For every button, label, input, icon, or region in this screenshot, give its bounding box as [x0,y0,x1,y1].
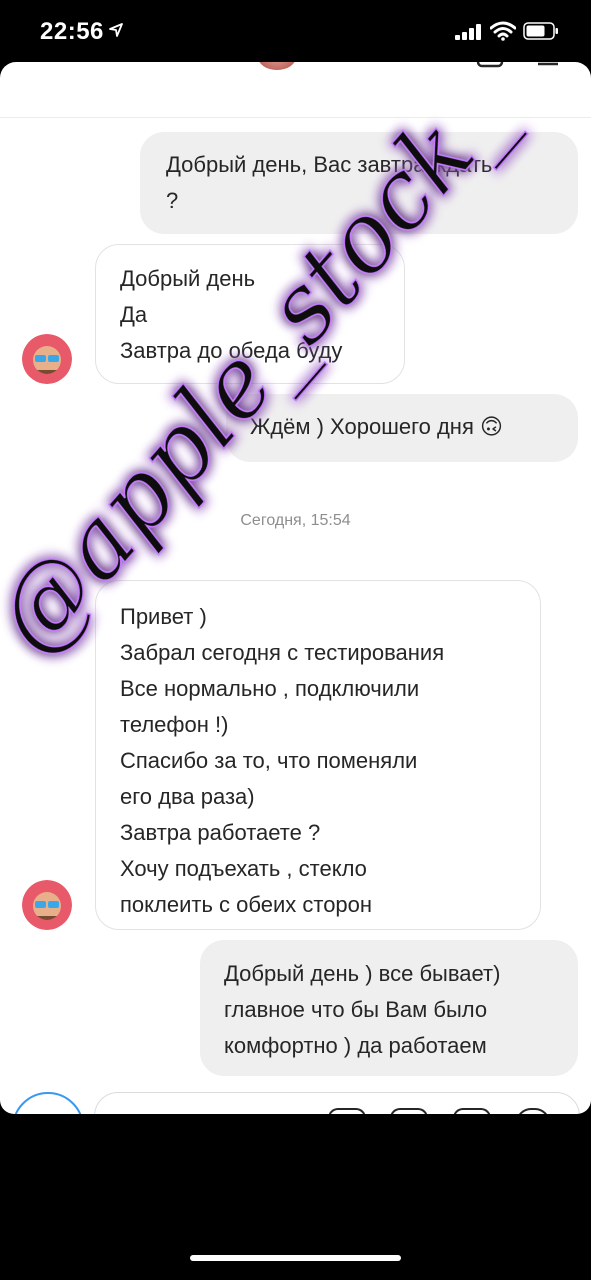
wifi-icon [490,21,516,41]
info-icon[interactable] [534,62,562,68]
signal-icon [455,24,481,40]
avatar-image [22,880,72,930]
message-line: Да [120,302,148,327]
message-bubble-incoming[interactable]: Привет ) Забрал сегодня с тестирования В… [95,580,541,930]
sender-avatar[interactable] [22,880,72,930]
message-line: Завтра до обеда буду [120,338,343,363]
message-line: Добрый день [120,266,256,291]
message-line: Завтра работаете ? [120,820,321,845]
battery-icon [523,22,558,40]
message-bubble-incoming[interactable]: Добрый день Да Завтра до обеда буду [95,244,405,384]
message-line: Добрый день, Вас завтра ждать [166,152,493,177]
status-bar: 22:56 [0,0,591,62]
sticker-icon[interactable] [453,1108,491,1114]
home-indicator [190,1255,401,1261]
message-line: главное что бы Вам было [224,997,488,1022]
message-line: телефон !) [120,712,229,737]
sender-avatar[interactable] [22,334,72,384]
message-line: Спасибо за то, что поменяли [120,748,418,773]
message-line: Забрал сегодня с тестирования [120,640,445,665]
message-line: Ждём ) Хорошего дня 🙃 [250,414,503,439]
message-line: Хочу подъехать , стекло [120,856,367,881]
avatar-image [22,334,72,384]
message-bubble-outgoing[interactable]: Ждём ) Хорошего дня 🙃 [226,394,578,462]
message-line: его два раза) [120,784,255,809]
message-line: комфортно ) да работаем [224,1033,487,1058]
gallery-icon[interactable] [390,1108,428,1114]
location-arrow-icon [109,23,123,37]
chat-header [0,62,591,118]
status-time: 22:56 [40,18,104,45]
message-line: ? [166,188,179,213]
video-call-icon[interactable] [476,62,504,68]
message-line: поклеить с обеих сторон [120,892,373,917]
message-line: Добрый день ) все бывает) [224,961,501,986]
chat-screen: Добрый день, Вас завтра ждать ? Добрый д… [0,62,591,1114]
message-line: Привет ) [120,604,207,629]
message-line: Все нормально , подключили [120,676,420,701]
contact-avatar[interactable] [258,62,296,70]
message-bubble-outgoing[interactable]: Добрый день, Вас завтра ждать ? [140,132,578,234]
camera-button[interactable] [12,1092,84,1114]
message-timestamp: Сегодня, 15:54 [240,512,351,529]
message-bubble-outgoing[interactable]: Добрый день ) все бывает) главное что бы… [200,940,578,1076]
microphone-icon[interactable] [328,1108,366,1114]
